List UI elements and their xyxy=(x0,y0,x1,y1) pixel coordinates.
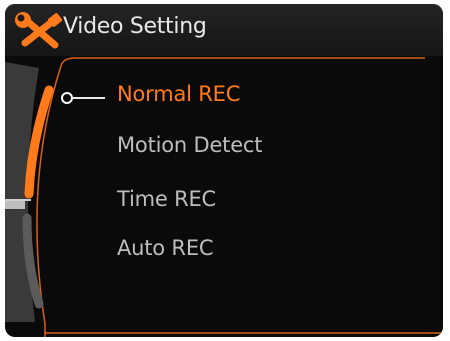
menu-item-normal-rec[interactable]: Normal REC xyxy=(117,82,240,106)
dial-divider xyxy=(5,200,25,209)
menu-item-motion-detect[interactable]: Motion Detect xyxy=(117,133,262,157)
menu-dial-frame xyxy=(5,57,443,337)
menu-item-time-rec[interactable]: Time REC xyxy=(117,187,216,211)
settings-panel: Video Setting Normal REC Motion Detect T… xyxy=(5,4,443,337)
selection-pointer-icon xyxy=(61,92,73,104)
menu-item-auto-rec[interactable]: Auto REC xyxy=(117,236,214,260)
camera-screen: Video Setting Normal REC Motion Detect T… xyxy=(0,0,450,341)
